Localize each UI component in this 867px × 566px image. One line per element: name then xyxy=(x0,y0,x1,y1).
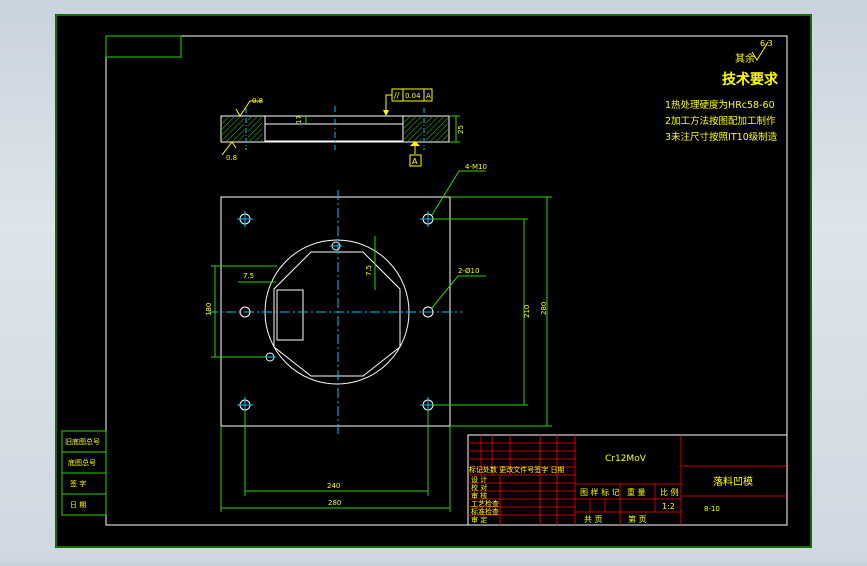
roughness-value: 6.3 xyxy=(760,39,773,48)
sidebar-label-3: 日 期 xyxy=(70,501,86,509)
cad-window: 6.3 其余 技术要求 1热处理硬度为HRc58-60 2加工方法按图配加工制作… xyxy=(0,0,867,562)
dim-right-280: 280 xyxy=(540,302,548,315)
dim-bottom-240: 240 xyxy=(327,482,340,490)
part-name: 落料凹模 xyxy=(713,475,753,488)
tolerance-value: 0.04 xyxy=(405,92,421,100)
tech-requirements-title: 技术要求 xyxy=(722,71,779,88)
dim-7-5-h: 7.5 xyxy=(243,272,254,280)
dim-left-180: 180 xyxy=(205,303,213,316)
roughness-label: 其余 xyxy=(735,52,755,65)
datum-label: A xyxy=(412,157,418,166)
sheet-label: 第 页 xyxy=(628,514,647,524)
tech-requirement-2: 2加工方法按图配加工制作 xyxy=(665,115,776,127)
tolerance-symbol: // xyxy=(394,91,400,100)
section-hatch-right xyxy=(404,117,422,141)
tech-requirement-3: 3未注尺寸按照IT10级制造 xyxy=(665,131,778,143)
role-2: 审 核 xyxy=(471,491,487,500)
scale-value: 1:2 xyxy=(662,502,675,511)
sidebar-label-2: 签 字 xyxy=(70,479,86,488)
material: Cr12MoV xyxy=(605,454,647,464)
drawing-canvas xyxy=(55,14,812,548)
height-dim: 25 xyxy=(457,125,465,134)
weight-label: 重 量 xyxy=(627,487,646,497)
sheets-label: 共 页 xyxy=(584,515,603,524)
tolerance-datum: A xyxy=(426,92,431,100)
roughness-bottom: 0.8 xyxy=(226,154,237,162)
role-4: 标准检查 xyxy=(471,507,499,516)
hole-callout-right: 2-Ø10 xyxy=(458,267,479,275)
section-hatch-left-2 xyxy=(248,117,262,141)
drawing-number: 8-10 xyxy=(704,505,720,513)
hole-callout-top: 4-M10 xyxy=(465,163,487,171)
sidebar-label-0: 旧底图总号 xyxy=(65,437,100,446)
depth-dim: 17 xyxy=(295,115,303,124)
tech-requirement-1: 1热处理硬度为HRc58-60 xyxy=(665,99,775,111)
dim-bottom-280: 280 xyxy=(328,499,341,507)
scale-label: 比 例 xyxy=(660,487,679,497)
role-1: 校 对 xyxy=(471,483,487,492)
section-hatch-left xyxy=(222,117,244,141)
revision-header: 标记处数 更改文件号签字 日期 xyxy=(469,465,564,474)
stage-label: 图 样 标 记 xyxy=(580,487,620,497)
role-5: 审 定 xyxy=(471,515,487,524)
section-hatch-right-2 xyxy=(426,117,448,141)
dim-7-5-v: 7.5 xyxy=(365,265,373,276)
section-cavity xyxy=(264,123,404,142)
role-3: 工艺检查 xyxy=(471,499,499,508)
dim-right-210: 210 xyxy=(523,305,531,318)
sidebar-label-1: 底图总号 xyxy=(68,458,96,467)
role-0: 设 计 xyxy=(471,475,487,484)
